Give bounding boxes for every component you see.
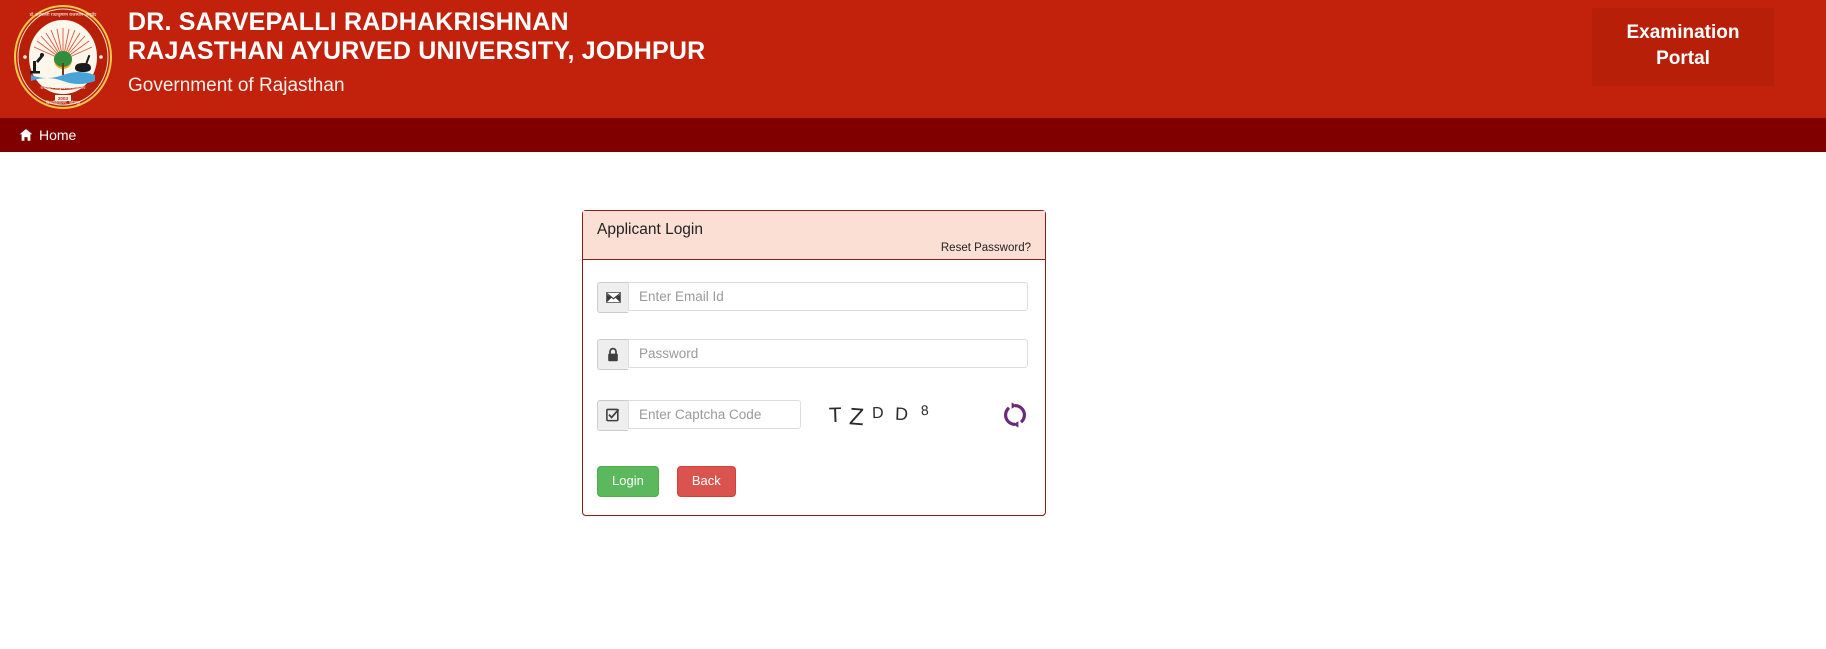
password-row xyxy=(597,339,1031,370)
checkbox-check-icon-glyph xyxy=(606,408,620,422)
university-emblem-icon: डॉ. सर्वपल्ली राधाकृष्णन राजस्थान आयुर्व… xyxy=(14,5,112,109)
svg-text:Z: Z xyxy=(848,403,865,431)
refresh-icon xyxy=(1003,402,1027,428)
password-input-group xyxy=(597,339,1028,370)
university-name-line-1: DR. SARVEPALLI RADHAKRISHNAN xyxy=(128,8,569,36)
svg-text:T: T xyxy=(829,404,843,427)
home-icon xyxy=(19,129,33,141)
login-actions: Login Back xyxy=(597,466,1031,497)
university-name-line-2: RAJASTHAN AYURVED UNIVERSITY, JODHPUR xyxy=(128,37,706,65)
captcha-display-area: T Z D D 8 xyxy=(825,396,1029,434)
login-button[interactable]: Login xyxy=(597,466,659,497)
captcha-input-group xyxy=(597,399,801,431)
login-card-body: T Z D D 8 xyxy=(583,260,1045,515)
password-input[interactable] xyxy=(628,339,1028,368)
lock-icon-glyph xyxy=(608,347,618,362)
login-card-title: Applicant Login xyxy=(597,221,703,238)
captcha-row: T Z D D 8 xyxy=(597,396,1031,434)
checkbox-check-icon xyxy=(597,399,628,431)
captcha-refresh-button[interactable] xyxy=(1001,401,1029,429)
email-input[interactable] xyxy=(628,282,1028,311)
reset-password-link[interactable]: Reset Password? xyxy=(941,242,1031,254)
portal-badge-line-2: Portal xyxy=(1656,48,1710,69)
back-button[interactable]: Back xyxy=(676,466,736,497)
page-content: Applicant Login Reset Password? Enter Em… xyxy=(0,152,1826,649)
nav-item-home[interactable]: Home xyxy=(19,128,76,142)
portal-badge-line-1: Examination xyxy=(1626,22,1740,43)
captcha-image: T Z D D 8 xyxy=(825,396,955,434)
captcha-input[interactable] xyxy=(628,399,801,429)
logo-year-label: 2003 xyxy=(58,96,69,101)
government-label: Government of Rajasthan xyxy=(128,75,345,96)
envelope-icon xyxy=(597,282,628,313)
university-logo: डॉ. सर्वपल्ली राधाकृष्णन राजस्थान आयुर्व… xyxy=(8,2,118,112)
svg-text:D: D xyxy=(872,405,884,422)
email-input-group xyxy=(597,282,1028,313)
svg-text:8: 8 xyxy=(920,402,929,418)
nav-item-home-label: Home xyxy=(39,127,77,143)
header-title-block: DR. SARVEPALLI RADHAKRISHNAN RAJASTHAN A… xyxy=(128,0,705,101)
site-header: डॉ. सर्वपल्ली राधाकृष्णन राजस्थान आयुर्व… xyxy=(0,0,1826,118)
lock-icon xyxy=(597,339,628,370)
email-row xyxy=(597,282,1031,313)
login-card-header: Applicant Login Reset Password? xyxy=(583,211,1045,260)
applicant-login-card: Applicant Login Reset Password? Enter Em… xyxy=(582,210,1046,516)
main-navbar: Home xyxy=(0,118,1826,152)
envelope-icon-glyph xyxy=(605,292,621,303)
svg-text:D: D xyxy=(895,404,909,424)
examination-portal-badge: Examination Portal xyxy=(1592,8,1774,86)
